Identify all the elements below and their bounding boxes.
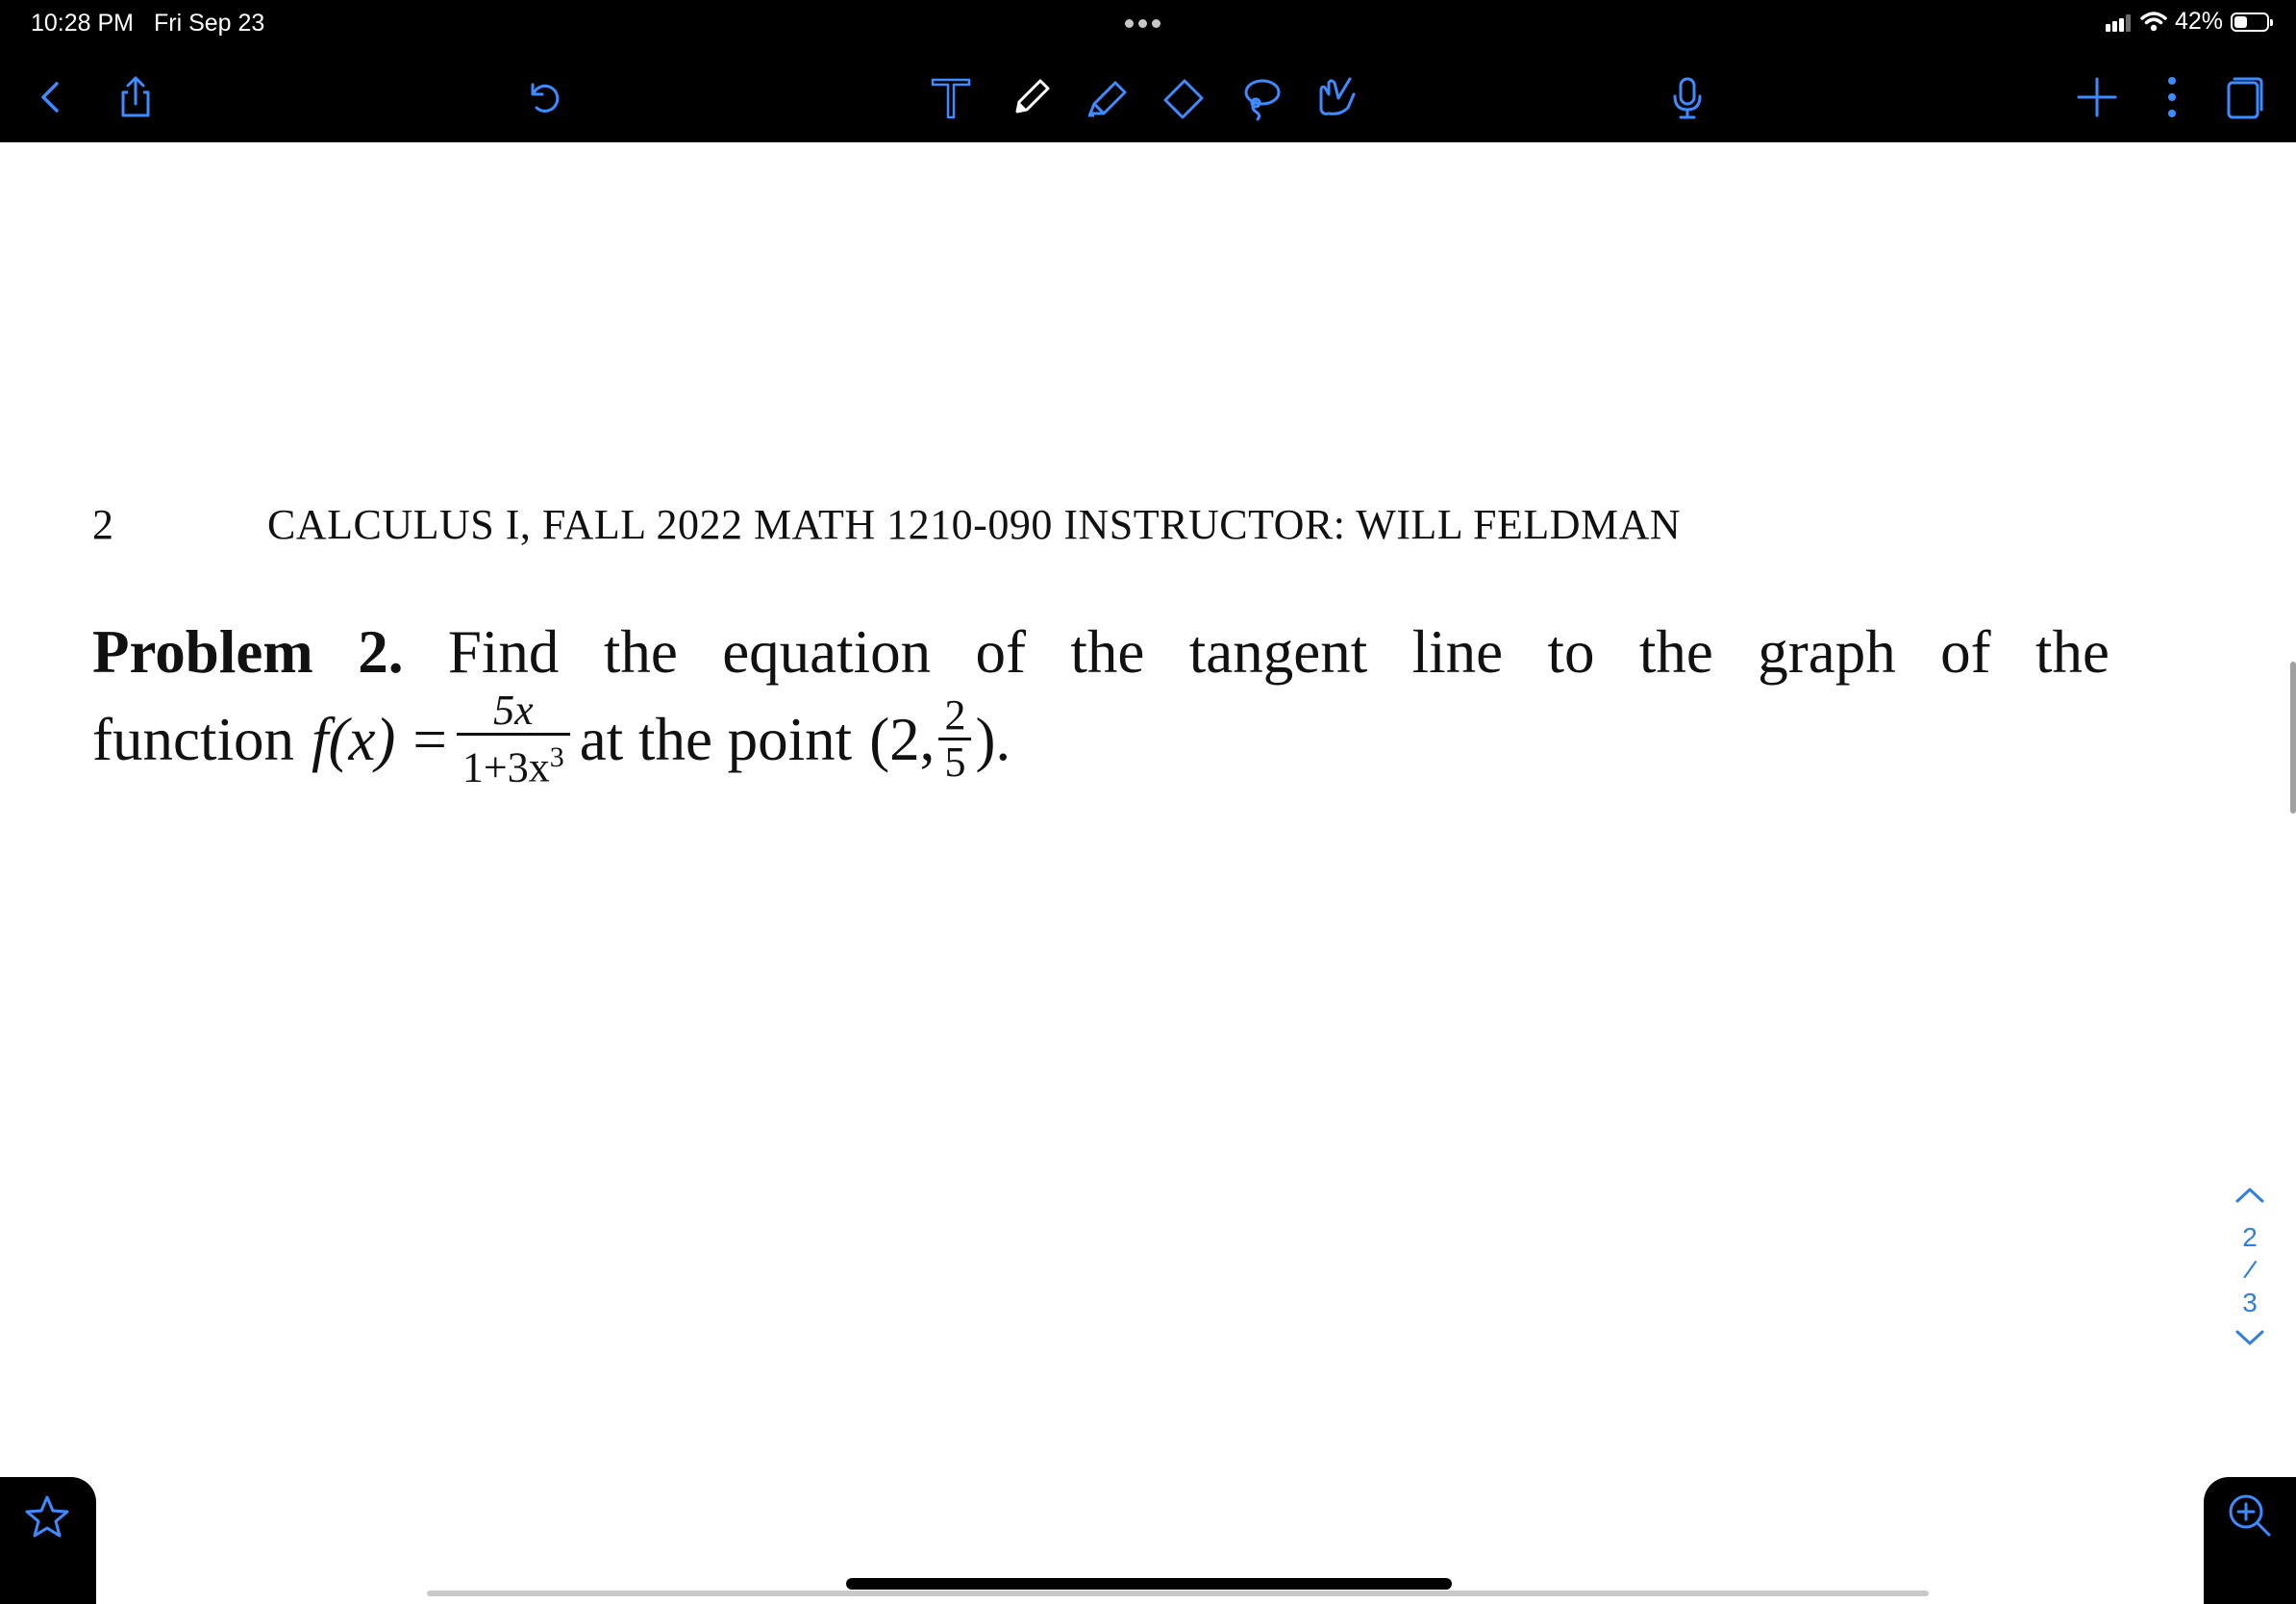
- function-word: function: [92, 705, 294, 773]
- problem-statement: Problem 2. Find the equation of the tang…: [92, 615, 2109, 790]
- problem-line-2: function f (x) = 5x 1+3x3 at the point (2…: [92, 689, 2109, 790]
- function-fraction: 5x 1+3x3: [456, 687, 570, 791]
- pages-icon[interactable]: [2219, 71, 2271, 123]
- previous-page-icon[interactable]: [2229, 1183, 2271, 1221]
- undo-icon[interactable]: [517, 71, 569, 123]
- denominator-exponent: 3: [549, 741, 564, 773]
- point-close: ).: [975, 705, 1011, 773]
- problem-text: Find the equation of the tangent line to…: [447, 618, 2109, 686]
- zoom-panel: [2204, 1477, 2296, 1604]
- next-page-icon[interactable]: [2229, 1325, 2271, 1364]
- back-chevron-icon[interactable]: [25, 71, 77, 123]
- page-navigator: 2 / 3: [2229, 1183, 2271, 1364]
- status-time: 10:28 PM: [31, 10, 135, 37]
- page-scrubber[interactable]: [427, 1591, 1929, 1596]
- favorites-panel: [0, 1477, 96, 1604]
- eraser-icon[interactable]: [1158, 71, 1210, 123]
- lasso-icon[interactable]: [1235, 71, 1286, 123]
- microphone-icon[interactable]: [1661, 71, 1713, 123]
- add-icon[interactable]: [2071, 71, 2123, 123]
- equals-sign: =: [412, 705, 447, 773]
- document-page-number: 2: [92, 501, 113, 548]
- point-denominator: 5: [938, 738, 972, 785]
- top-toolbar: 10:28 PM Fri Sep 23 42%: [0, 0, 2296, 142]
- text-tool-icon[interactable]: [925, 71, 977, 123]
- point-open: (2,: [869, 705, 936, 773]
- status-date: Fri Sep 23: [154, 10, 265, 37]
- denominator-base: 1+3x: [462, 743, 550, 791]
- problem-line-1: Problem 2. Find the equation of the tang…: [92, 615, 2109, 689]
- cellular-signal-icon: [2105, 13, 2133, 32]
- total-pages: 3: [2242, 1288, 2258, 1317]
- vertical-scrollbar[interactable]: [2290, 662, 2296, 814]
- at-the-point-text: at the point: [579, 705, 853, 773]
- wifi-icon: [2140, 11, 2167, 31]
- problem-label: Problem 2.: [92, 618, 404, 686]
- hand-drawing-icon[interactable]: [1310, 71, 1361, 123]
- fraction-denominator: 1+3x3: [456, 733, 570, 791]
- multitasking-dots-icon[interactable]: [1125, 15, 1165, 33]
- status-indicators: 42%: [2105, 8, 2273, 36]
- star-icon[interactable]: [23, 1492, 71, 1541]
- function-symbol: f: [311, 705, 329, 773]
- document-running-header: CALCULUS I, FALL 2022 MATH 1210-090 INST…: [267, 501, 1682, 548]
- pen-icon[interactable]: [1006, 71, 1058, 123]
- home-indicator[interactable]: [846, 1578, 1452, 1590]
- function-argument: (x): [328, 705, 396, 773]
- share-icon[interactable]: [110, 71, 162, 123]
- battery-percentage: 42%: [2174, 8, 2223, 35]
- battery-icon: [2231, 12, 2273, 32]
- point-fraction: 2 5: [938, 691, 972, 785]
- more-icon[interactable]: [2146, 71, 2198, 123]
- fraction-numerator: 5x: [493, 687, 534, 734]
- point-numerator: 2: [944, 691, 966, 739]
- highlighter-icon[interactable]: [1081, 71, 1133, 123]
- zoom-in-icon[interactable]: [2225, 1491, 2275, 1541]
